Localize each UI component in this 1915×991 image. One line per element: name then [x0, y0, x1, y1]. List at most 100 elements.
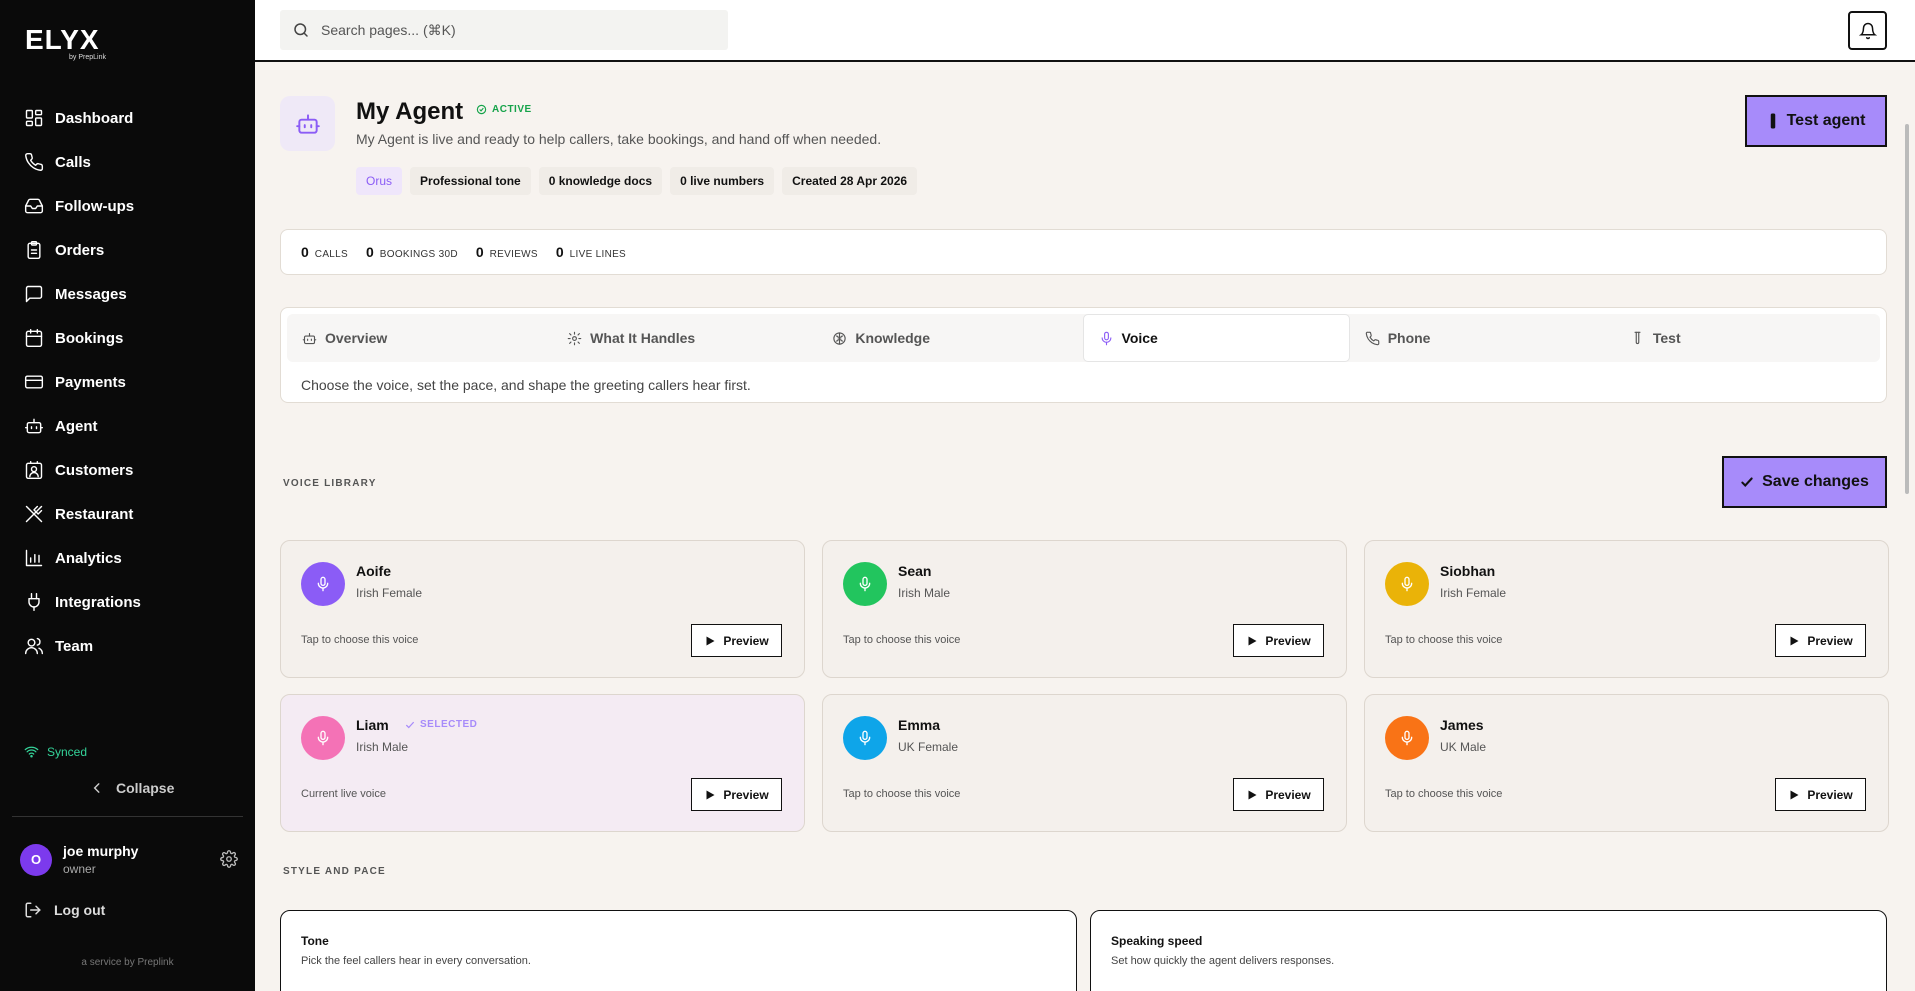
- preview-button[interactable]: Preview: [1775, 778, 1866, 811]
- scrollbar[interactable]: [1905, 124, 1909, 494]
- preview-button[interactable]: Preview: [1233, 624, 1324, 657]
- search-bar[interactable]: [280, 10, 728, 50]
- tone-title: Tone: [301, 934, 329, 948]
- sidebar-item-analytics[interactable]: Analytics: [0, 536, 255, 580]
- sidebar-item-calls[interactable]: Calls: [0, 140, 255, 184]
- preview-button[interactable]: Preview: [691, 778, 782, 811]
- tab-phone[interactable]: Phone: [1350, 314, 1615, 362]
- tab-voice[interactable]: Voice: [1082, 314, 1350, 362]
- sidebar: ELYX by PrepLink Dashboard Calls Follow-up…: [0, 0, 255, 991]
- test-agent-button[interactable]: Test agent: [1745, 95, 1887, 147]
- selected-badge: SELECTED: [405, 719, 477, 730]
- user-role: owner: [63, 862, 96, 876]
- mic-icon: [1401, 576, 1413, 592]
- gear-icon[interactable]: [220, 850, 238, 868]
- stat-calls: 0 CALLS: [301, 244, 348, 260]
- collapse-button[interactable]: Collapse: [90, 780, 174, 796]
- voice-hint: Tap to choose this voice: [843, 634, 961, 646]
- user-name: joe murphy: [63, 843, 139, 859]
- voice-card-aoife[interactable]: Aoife Irish Female Tap to choose this voic…: [280, 540, 805, 678]
- phone-icon: [1365, 331, 1380, 345]
- tab-knowledge[interactable]: Knowledge: [817, 314, 1082, 362]
- test-tube-icon: [1770, 113, 1775, 129]
- voice-accent: Irish Female: [1440, 586, 1507, 600]
- tab-what-it-handles[interactable]: What It Handles: [552, 314, 817, 362]
- tab-label: Knowledge: [855, 330, 931, 346]
- knowledge-chip: 0 knowledge docs: [538, 167, 663, 195]
- contact-icon: [25, 460, 43, 480]
- tab-label: What It Handles: [590, 330, 696, 346]
- tone-subtitle: Pick the feel callers hear in every conv…: [301, 955, 531, 967]
- mic-icon: [317, 730, 329, 746]
- voice-name: Liam: [356, 717, 389, 733]
- sidebar-item-dashboard[interactable]: Dashboard: [0, 96, 255, 140]
- check-icon: [1741, 477, 1753, 487]
- voice-card-liam[interactable]: Liam Irish Male Current live voice Preview S…: [280, 694, 805, 832]
- mic-icon: [317, 576, 329, 592]
- voice-avatar: [1385, 716, 1429, 760]
- sidebar-item-agent[interactable]: Agent: [0, 404, 255, 448]
- voice-card-siobhan[interactable]: Siobhan Irish Female Tap to choose this vo…: [1364, 540, 1889, 678]
- preview-button[interactable]: Preview: [691, 624, 782, 657]
- voice-card-james[interactable]: James UK Male Tap to choose this voice Prev…: [1364, 694, 1889, 832]
- tab-overview[interactable]: Overview: [287, 314, 552, 362]
- sync-status-label: Synced: [47, 744, 88, 759]
- voice-card-sean[interactable]: Sean Irish Male Tap to choose this voice Pr…: [822, 540, 1347, 678]
- gear-icon: [567, 331, 582, 345]
- sidebar-item-orders[interactable]: Orders: [0, 228, 255, 272]
- voice-hint: Tap to choose this voice: [1385, 788, 1503, 800]
- sidebar-item-label: Calls: [55, 153, 91, 171]
- search-input[interactable]: [321, 22, 701, 38]
- tab-description: Choose the voice, set the pace, and shap…: [301, 377, 751, 393]
- voice-accent: Irish Male: [898, 586, 951, 600]
- stat-label: BOOKINGS 30D: [379, 249, 458, 260]
- play-icon: [1790, 636, 1799, 645]
- voice-accent: Irish Male: [356, 740, 409, 754]
- tab-label: Overview: [325, 330, 388, 346]
- save-changes-label: Save changes: [1762, 473, 1869, 490]
- sidebar-item-customers[interactable]: Customers: [0, 448, 255, 492]
- voice-avatar: [1385, 562, 1429, 606]
- stat-value: 0: [301, 244, 309, 260]
- sidebar-item-integrations[interactable]: Integrations: [0, 580, 255, 624]
- preview-label: Preview: [1265, 633, 1311, 648]
- save-changes-button[interactable]: Save changes: [1722, 456, 1887, 508]
- stat-reviews: 0 REVIEWS: [476, 244, 538, 260]
- sidebar-item-payments[interactable]: Payments: [0, 360, 255, 404]
- logo-text: ELYX: [25, 24, 100, 55]
- sidebar-item-bookings[interactable]: Bookings: [0, 316, 255, 360]
- sidebar-item-team[interactable]: Team: [0, 624, 255, 668]
- voice-chip: Orus: [356, 167, 403, 195]
- tab-bar: Overview What It Handles Knowledge Voice Pho…: [287, 314, 1880, 362]
- voice-avatar: [843, 716, 887, 760]
- sidebar-item-label: Integrations: [55, 593, 141, 611]
- message-icon: [25, 285, 43, 303]
- main-content: My Agent ACTIVE My Agent is live and rea…: [255, 62, 1915, 991]
- test-agent-label: Test agent: [1786, 112, 1866, 129]
- stat-value: 0: [555, 244, 564, 260]
- voice-avatar: [301, 562, 345, 606]
- agent-meta-chips: Orus Professional tone 0 knowledge docs …: [356, 167, 918, 195]
- preview-button[interactable]: Preview: [1775, 624, 1866, 657]
- tab-test[interactable]: Test: [1615, 314, 1880, 362]
- voice-accent: UK Female: [898, 740, 959, 754]
- user-profile[interactable]: O joe murphy owner: [20, 843, 238, 876]
- stat-live-lines: 0 LIVE LINES: [556, 244, 626, 260]
- sidebar-item-restaurant[interactable]: Restaurant: [0, 492, 255, 536]
- logo-subtitle: by PrepLink: [69, 54, 106, 61]
- voice-card-emma[interactable]: Emma UK Female Tap to choose this voice Pre…: [822, 694, 1347, 832]
- sidebar-item-follow-ups[interactable]: Follow-ups: [0, 184, 255, 228]
- numbers-chip: 0 live numbers: [670, 167, 775, 195]
- preview-button[interactable]: Preview: [1233, 778, 1324, 811]
- sidebar-item-messages[interactable]: Messages: [0, 272, 255, 316]
- voice-name: Sean: [898, 563, 932, 579]
- plug-icon: [28, 592, 40, 612]
- wifi-icon: [24, 746, 39, 758]
- logo[interactable]: ELYX by PrepLink: [25, 24, 106, 62]
- mic-icon: [859, 730, 871, 746]
- agent-description: My Agent is live and ready to help calle…: [356, 131, 882, 147]
- sync-status: Synced: [24, 744, 87, 759]
- sidebar-nav: Dashboard Calls Follow-ups Orders Messages Bo…: [0, 96, 255, 668]
- logout-button[interactable]: Log out: [24, 901, 105, 919]
- notifications-button[interactable]: [1848, 11, 1887, 50]
